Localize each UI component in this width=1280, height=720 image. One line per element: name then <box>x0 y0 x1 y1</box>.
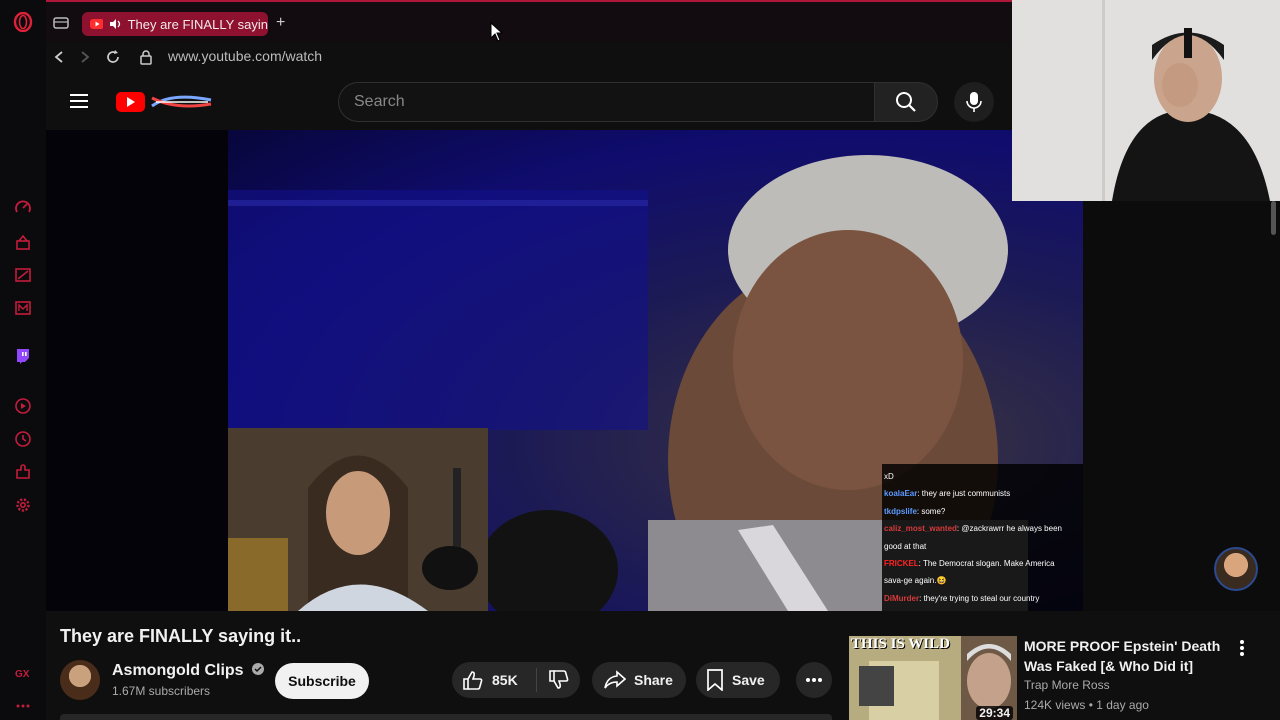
thumbs-down-icon <box>548 670 569 689</box>
share-icon <box>604 670 626 689</box>
like-button[interactable]: 85K <box>452 668 538 692</box>
more-actions-button[interactable] <box>796 662 832 698</box>
gmail-icon[interactable] <box>13 298 33 318</box>
subscriber-count: 1.67M subscribers <box>112 684 211 698</box>
address-bar: www.youtube.com/watch <box>46 42 1012 72</box>
chat-message: caliz_most_wanted: @zackrawrr he always … <box>884 520 1081 537</box>
youtube-logo[interactable] <box>116 90 216 114</box>
chat-text: xD <box>884 472 894 481</box>
extensions-icon[interactable] <box>13 462 33 482</box>
active-tab[interactable]: They are FINALLY sayin <box>82 12 268 36</box>
description-box[interactable] <box>60 714 832 720</box>
chat-text: : The Democrat slogan. Make America <box>918 559 1055 569</box>
tab-title: They are FINALLY sayin <box>127 16 268 32</box>
save-label: Save <box>732 672 765 688</box>
chat-message: good at that <box>884 538 1081 555</box>
right-panel <box>1083 201 1280 611</box>
chat-username: tkdpslife <box>884 506 917 516</box>
subscribe-button[interactable]: Subscribe <box>275 663 369 699</box>
search-button[interactable] <box>874 82 938 122</box>
chat-text: sava-ge again.😆 <box>884 576 947 586</box>
recommended-video-title[interactable]: MORE PROOF Epstein' Death Was Faked [& W… <box>1024 636 1224 676</box>
gx-corner-icon[interactable] <box>13 232 33 252</box>
chat-username: koalaEar <box>884 489 918 499</box>
recommendation-menu-button[interactable] <box>1232 638 1252 658</box>
share-label: Share <box>634 672 673 688</box>
gx-logo-icon: GX <box>13 663 33 683</box>
like-count: 85K <box>492 672 518 688</box>
streamer-webcam-image <box>228 428 488 611</box>
chat-text: : they're trying to steal our country <box>919 593 1040 603</box>
streamer-camera-image <box>1012 0 1280 201</box>
streamer-webcam-overlay <box>228 428 488 611</box>
video-duration: 29:34 <box>976 706 1013 720</box>
video-title: They are FINALLY saying it.. <box>60 626 302 646</box>
chat-text: : they are just communists <box>917 489 1011 499</box>
thumbs-up-icon <box>463 671 483 690</box>
chat-text: : some? <box>916 506 946 516</box>
scrollbar-thumb[interactable] <box>1271 201 1276 235</box>
speed-dial-icon[interactable] <box>13 198 33 218</box>
recommended-channel-name[interactable]: Trap More Ross <box>1024 678 1110 692</box>
youtube-header: Search <box>46 72 1012 130</box>
channel-name-text[interactable]: Asmongold Clips <box>112 662 244 679</box>
chat-message: DiMurder: they're trying to steal our co… <box>884 590 1081 607</box>
dislike-button[interactable] <box>537 670 580 690</box>
youtube-favicon-icon <box>90 19 103 29</box>
chat-username: FRICKEL <box>884 559 919 569</box>
back-icon[interactable] <box>48 46 70 68</box>
url-field[interactable]: www.youtube.com/watch <box>168 48 322 64</box>
reload-icon[interactable] <box>102 46 124 68</box>
voice-search-button[interactable] <box>954 82 994 122</box>
player-icon[interactable] <box>13 396 33 416</box>
channel-avatar[interactable] <box>60 660 100 700</box>
avatar[interactable] <box>1214 547 1258 591</box>
new-tab-button[interactable]: + <box>276 14 285 32</box>
chat-message: sava-ge again.😆 <box>884 572 1081 589</box>
lock-icon[interactable] <box>135 46 157 68</box>
more-horizontal-icon <box>806 678 822 682</box>
search-input[interactable]: Search <box>338 82 874 122</box>
microphone-icon <box>966 92 982 112</box>
streamer-camera-overlay <box>1012 0 1280 201</box>
chat-text: : @zackrawrr he always been <box>956 524 1062 534</box>
more-dots-icon[interactable] <box>13 696 33 716</box>
save-button[interactable]: Save <box>696 662 780 698</box>
verified-icon <box>252 663 265 675</box>
history-icon[interactable] <box>13 429 33 449</box>
tab-manager-icon[interactable] <box>52 14 70 32</box>
like-dislike-group: 85K <box>452 662 580 698</box>
share-button[interactable]: Share <box>592 662 686 698</box>
settings-gear-icon[interactable] <box>13 495 33 515</box>
channel-name[interactable]: Asmongold Clips <box>112 662 265 680</box>
recommended-video-meta: 124K views • 1 day ago <box>1024 698 1149 712</box>
video-player[interactable]: xD koalaEar: they are just communists tk… <box>46 130 1083 611</box>
speaker-icon[interactable] <box>109 18 122 30</box>
twitch-icon[interactable] <box>13 346 33 366</box>
thumbnail-caption: THIS IS WILD <box>851 636 950 652</box>
search-icon <box>896 92 916 112</box>
chat-message: FRICKEL: The Democrat slogan. Make Ameri… <box>884 555 1081 572</box>
opera-logo-icon[interactable] <box>13 12 33 32</box>
chat-message: xD <box>884 468 1081 485</box>
hamburger-menu-icon[interactable] <box>68 92 92 112</box>
opera-sidebar: GX <box>0 0 46 720</box>
tab-bar: They are FINALLY sayin + <box>46 0 1012 42</box>
svg-text:GX: GX <box>15 669 30 680</box>
chat-text: good at that <box>884 541 927 551</box>
chat-message: tkdpslife: some? <box>884 503 1081 520</box>
bookmark-icon <box>707 669 723 691</box>
chat-username: caliz_most_wanted <box>884 524 957 534</box>
chat-username: DiMurder <box>884 593 920 603</box>
forward-icon[interactable] <box>74 46 96 68</box>
chat-message: koalaEar: they are just communists <box>884 485 1081 502</box>
twitch-chat-overlay: xD koalaEar: they are just communists tk… <box>882 464 1083 611</box>
recommended-video-thumbnail[interactable]: THIS IS WILD 29:34 <box>849 636 1017 720</box>
more-vertical-icon <box>1240 640 1244 656</box>
gx-control-icon[interactable] <box>13 265 33 285</box>
